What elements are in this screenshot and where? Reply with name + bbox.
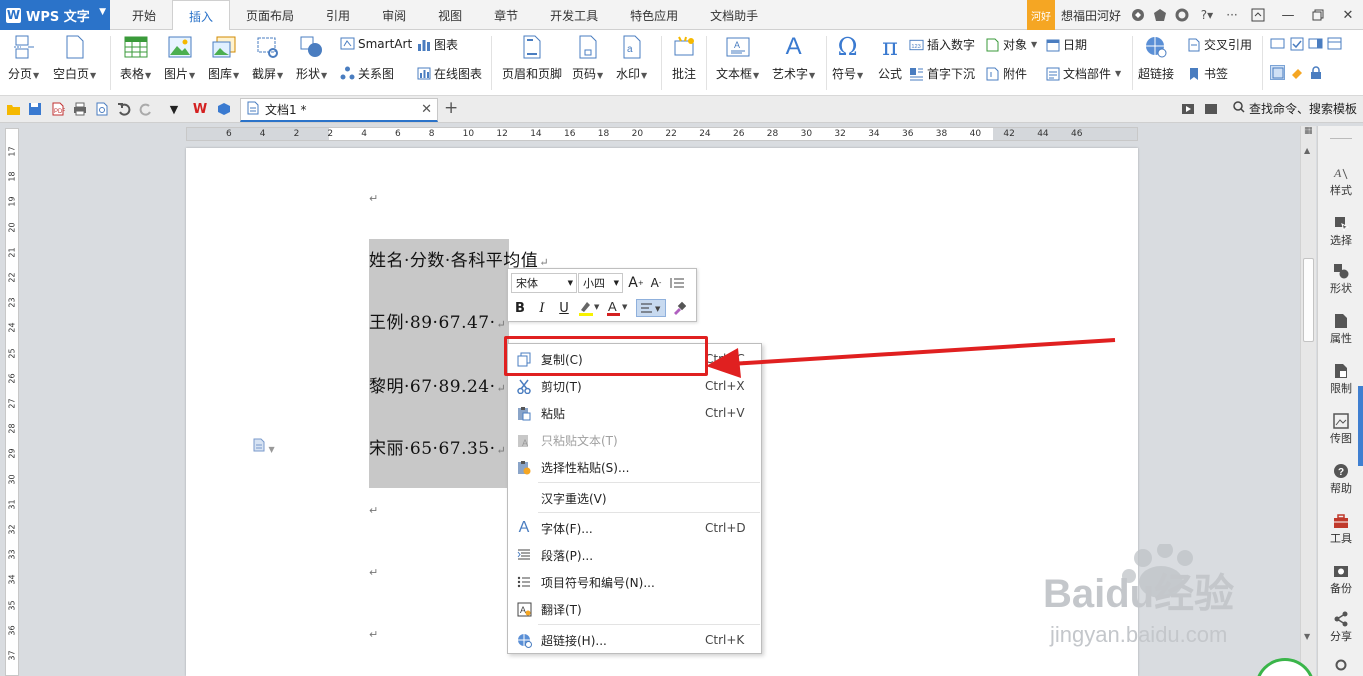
right-task-panel: A 样式 选择 形状 属性 限制 传图 ? 帮助 工具 备份 分享 — [1317, 126, 1363, 676]
scroll-up-icon[interactable]: ▲ — [1304, 146, 1310, 155]
scroll-thumb[interactable] — [1303, 258, 1314, 342]
help-circle-icon: ? — [1332, 462, 1350, 480]
panel-active-marker — [1358, 386, 1363, 466]
scroll-down-icon[interactable]: ▼ — [1304, 632, 1310, 641]
panel-styles[interactable]: A 样式 — [1318, 164, 1363, 198]
cursor-select-icon — [1332, 214, 1350, 232]
properties-icon — [1332, 312, 1350, 330]
panel-upload-image[interactable]: 传图 — [1318, 412, 1363, 446]
panel-restrict[interactable]: 限制 — [1318, 362, 1363, 396]
panel-grip — [1330, 138, 1352, 139]
panel-share[interactable]: 分享 — [1318, 610, 1363, 644]
restrict-icon — [1332, 362, 1350, 380]
styles-icon: A — [1332, 164, 1350, 182]
annotation-arrow — [706, 338, 1116, 378]
panel-more[interactable] — [1318, 658, 1363, 676]
panel-help[interactable]: ? 帮助 — [1318, 462, 1363, 496]
share-icon — [1332, 610, 1350, 628]
svg-text:A: A — [1333, 166, 1342, 180]
panel-backup[interactable]: 备份 — [1318, 562, 1363, 596]
shape-panel-icon — [1332, 262, 1350, 280]
panel-properties[interactable]: 属性 — [1318, 312, 1363, 346]
scroll-top-icon[interactable]: ▦ — [1304, 126, 1313, 136]
location-pin-icon — [1332, 658, 1350, 676]
panel-shapes[interactable]: 形状 — [1318, 262, 1363, 296]
backup-icon — [1332, 562, 1350, 580]
toolbox-icon — [1332, 512, 1350, 530]
svg-text:?: ? — [1338, 467, 1344, 478]
panel-tools[interactable]: 工具 — [1318, 512, 1363, 546]
vertical-scrollbar[interactable]: ▦ ▲ ▼ — [1300, 126, 1316, 676]
upload-image-icon — [1332, 412, 1350, 430]
panel-select[interactable]: 选择 — [1318, 214, 1363, 248]
